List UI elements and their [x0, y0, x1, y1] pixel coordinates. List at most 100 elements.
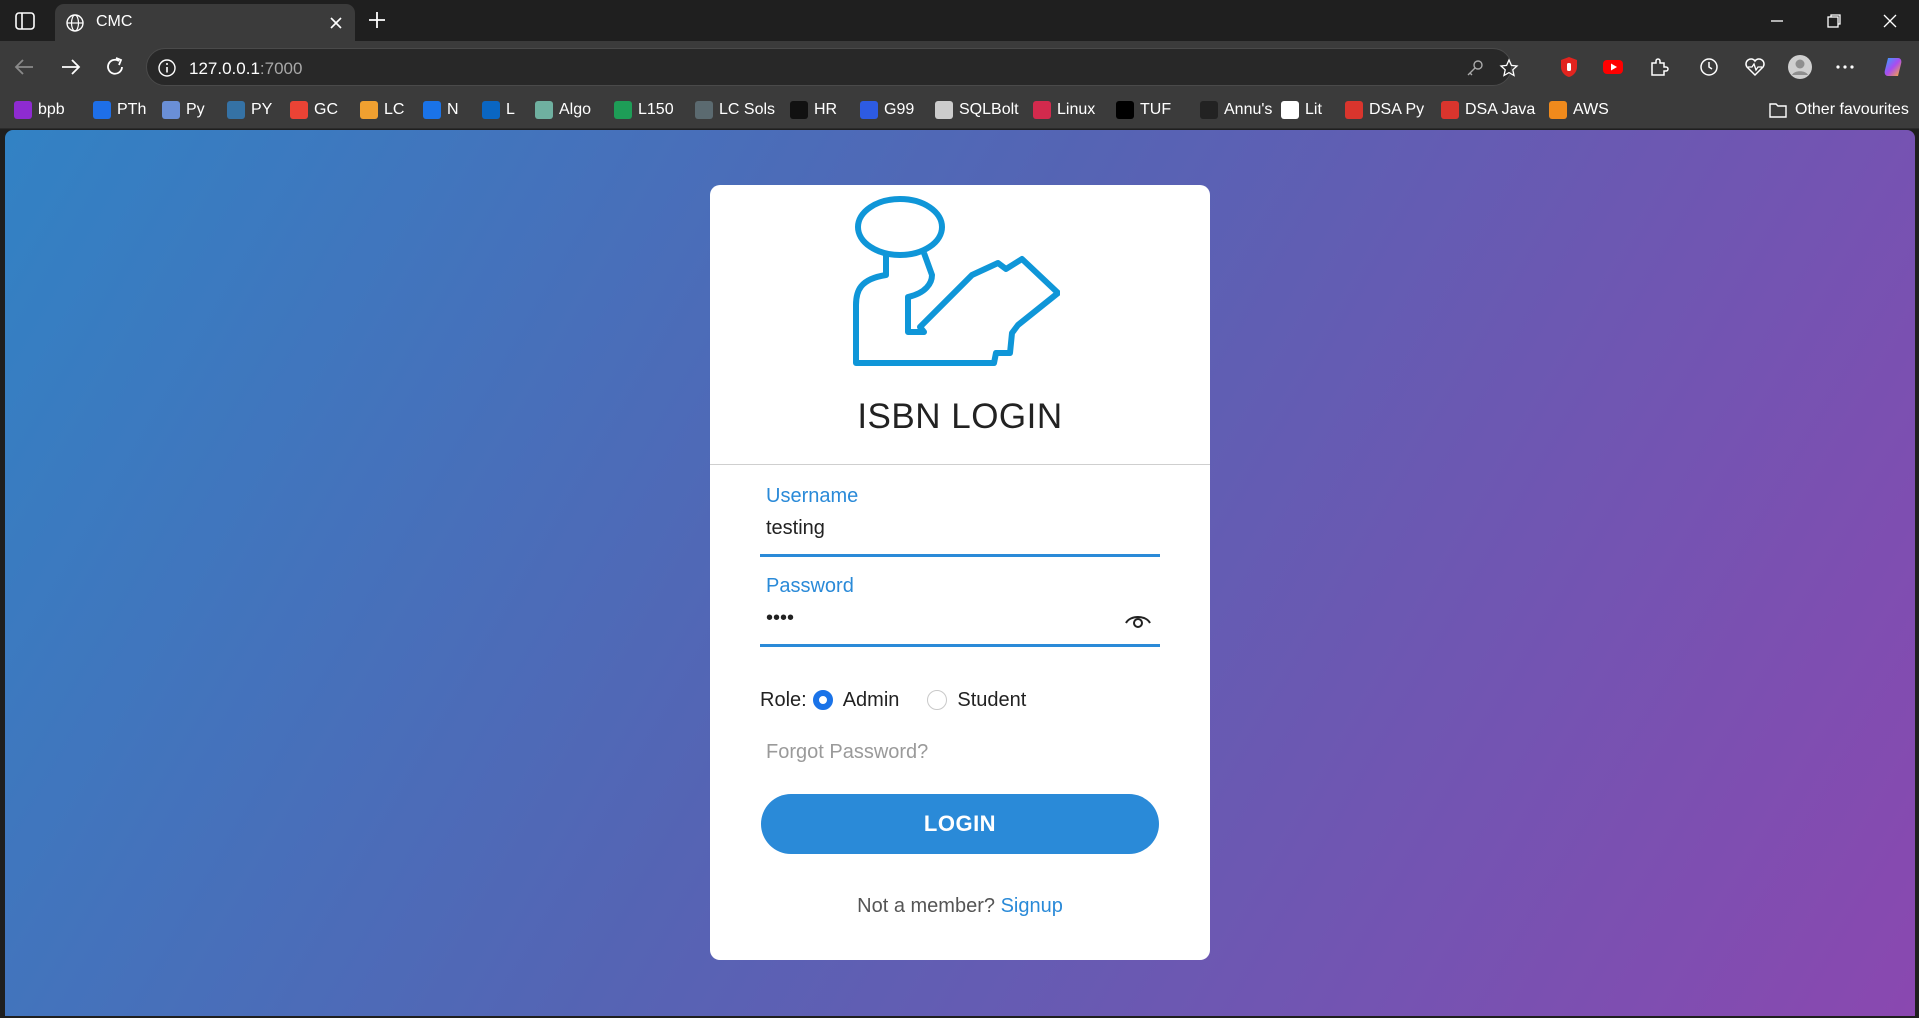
info-icon[interactable]	[157, 58, 177, 78]
history-icon[interactable]	[1696, 54, 1722, 80]
profile-avatar-icon[interactable]	[1787, 54, 1813, 80]
role-selector: Role: Admin Student	[760, 685, 1026, 715]
bookmark-label: L	[506, 101, 515, 118]
bookmark-label: PTh	[117, 101, 147, 118]
bookmark-gc[interactable]: GC	[290, 93, 338, 127]
bookmark-py[interactable]: PY	[227, 93, 272, 127]
forward-arrow-icon[interactable]	[57, 54, 83, 80]
bookmark-label: DSA Java	[1465, 101, 1536, 118]
b-icon	[93, 101, 111, 119]
url-text[interactable]: 127.0.0.1:7000	[189, 59, 302, 79]
username-input[interactable]	[766, 513, 1106, 543]
bookmark-dsa-java[interactable]: DSA Java	[1441, 93, 1535, 127]
reload-icon[interactable]	[102, 54, 128, 80]
linux-icon	[1033, 101, 1051, 119]
globe-icon	[66, 14, 84, 32]
linkedin-icon	[482, 101, 500, 119]
bookmark-l[interactable]: L	[482, 93, 515, 127]
bookmark-label: G99	[884, 101, 915, 118]
bookmark-label: LC	[384, 101, 405, 118]
bookmark-linux[interactable]: Linux	[1033, 93, 1095, 127]
aws-icon	[1549, 101, 1567, 119]
bookmark-bpb[interactable]: bpb	[14, 93, 65, 127]
bookmark-l150[interactable]: L150	[614, 93, 674, 127]
extensions-puzzle-icon[interactable]	[1646, 54, 1672, 80]
username-label: Username	[766, 485, 859, 507]
bookmark-label: SQLBolt	[959, 101, 1019, 118]
username-field[interactable]: Username	[760, 485, 1160, 557]
bookmark-hr[interactable]: HR	[790, 93, 837, 127]
minimize-icon[interactable]	[1764, 8, 1790, 34]
bookmark-annu-s[interactable]: Annu's	[1200, 93, 1272, 127]
bookmark-algo[interactable]: Algo	[535, 93, 591, 127]
student-radio-label[interactable]: Student	[957, 689, 1026, 712]
login-title: ISBN LOGIN	[857, 397, 1063, 436]
forgot-password-link[interactable]: Forgot Password?	[766, 741, 928, 764]
star-favourite-icon[interactable]	[1499, 58, 1519, 78]
bookmarks-bar: Other favourites bpb PTh Py PY GC LC N L Algo L15…	[0, 93, 1919, 129]
bookmark-label: Linux	[1057, 101, 1096, 118]
butterfly-icon	[1200, 101, 1218, 119]
pdf-icon	[1345, 101, 1363, 119]
page-viewport: ISBN LOGIN Username Password Role: Admin…	[5, 130, 1915, 1016]
other-favourites-folder[interactable]: Other favourites	[1768, 93, 1909, 127]
sidebar-toggle-icon[interactable]	[14, 10, 36, 32]
bookmark-g99[interactable]: G99	[860, 93, 914, 127]
login-button[interactable]: LOGIN	[761, 794, 1159, 854]
new-tab-icon[interactable]	[365, 8, 389, 32]
bookmark-dsa-py[interactable]: DSA Py	[1345, 93, 1424, 127]
gears-icon	[162, 101, 180, 119]
admin-radio-label[interactable]: Admin	[843, 689, 900, 712]
tuf-icon	[1116, 101, 1134, 119]
not-member-text: Not a member?	[857, 895, 995, 917]
lit-icon	[1281, 101, 1299, 119]
close-window-icon[interactable]	[1877, 8, 1903, 34]
bookmark-label: Algo	[559, 101, 592, 118]
bookmark-label: L150	[638, 101, 674, 118]
admin-radio[interactable]	[812, 690, 833, 710]
close-tab-icon[interactable]	[325, 12, 347, 34]
adblock-extension-icon[interactable]	[1556, 54, 1582, 80]
bookmark-label: LC Sols	[719, 101, 776, 118]
algo-icon	[535, 101, 553, 119]
bookmark-label: TUF	[1140, 101, 1172, 118]
bookmark-lit[interactable]: Lit	[1281, 93, 1322, 127]
bookmark-label: Lit	[1305, 101, 1322, 118]
restore-icon[interactable]	[1821, 8, 1847, 34]
login-card: ISBN LOGIN Username Password Role: Admin…	[710, 185, 1210, 960]
bookmark-tuf[interactable]: TUF	[1116, 93, 1171, 127]
eye-icon[interactable]	[1124, 609, 1152, 631]
bookmark-lc[interactable]: LC	[360, 93, 404, 127]
password-key-icon[interactable]	[1465, 58, 1485, 78]
performance-heart-icon[interactable]	[1742, 54, 1768, 80]
bookmark-lc-sols[interactable]: LC Sols	[695, 93, 775, 127]
user-edit-logo-icon	[853, 196, 1060, 366]
back-arrow-icon[interactable]	[12, 54, 38, 80]
bookmark-label: HR	[814, 101, 838, 118]
bookmark-sqlbolt[interactable]: SQLBolt	[935, 93, 1019, 127]
bookmark-label: DSA Py	[1369, 101, 1425, 118]
copilot-icon[interactable]	[1880, 54, 1906, 80]
browser-title-bar: CMC	[0, 0, 1919, 41]
google-icon	[290, 101, 308, 119]
bookmark-label: GC	[314, 101, 338, 118]
password-field[interactable]: Password	[760, 575, 1160, 647]
sheet-icon	[614, 101, 632, 119]
bpb-icon	[14, 101, 32, 119]
password-input[interactable]	[766, 603, 1106, 633]
pdf-icon	[1441, 101, 1459, 119]
database-icon	[935, 101, 953, 119]
youtube-extension-icon[interactable]	[1600, 54, 1626, 80]
address-bar[interactable]: 127.0.0.1:7000	[146, 48, 1519, 86]
bookmark-py[interactable]: Py	[162, 93, 205, 127]
bookmark-label: PY	[251, 101, 273, 118]
bookmark-aws[interactable]: AWS	[1549, 93, 1609, 127]
student-radio[interactable]	[927, 690, 948, 710]
bookmark-n[interactable]: N	[423, 93, 459, 127]
signup-link[interactable]: Signup	[1001, 895, 1063, 917]
bookmark-label: Annu's	[1224, 101, 1273, 118]
bookmark-pth[interactable]: PTh	[93, 93, 146, 127]
more-menu-icon[interactable]	[1832, 54, 1858, 80]
tab-title: CMC	[96, 13, 133, 30]
browser-tab-active[interactable]: CMC	[55, 4, 355, 41]
